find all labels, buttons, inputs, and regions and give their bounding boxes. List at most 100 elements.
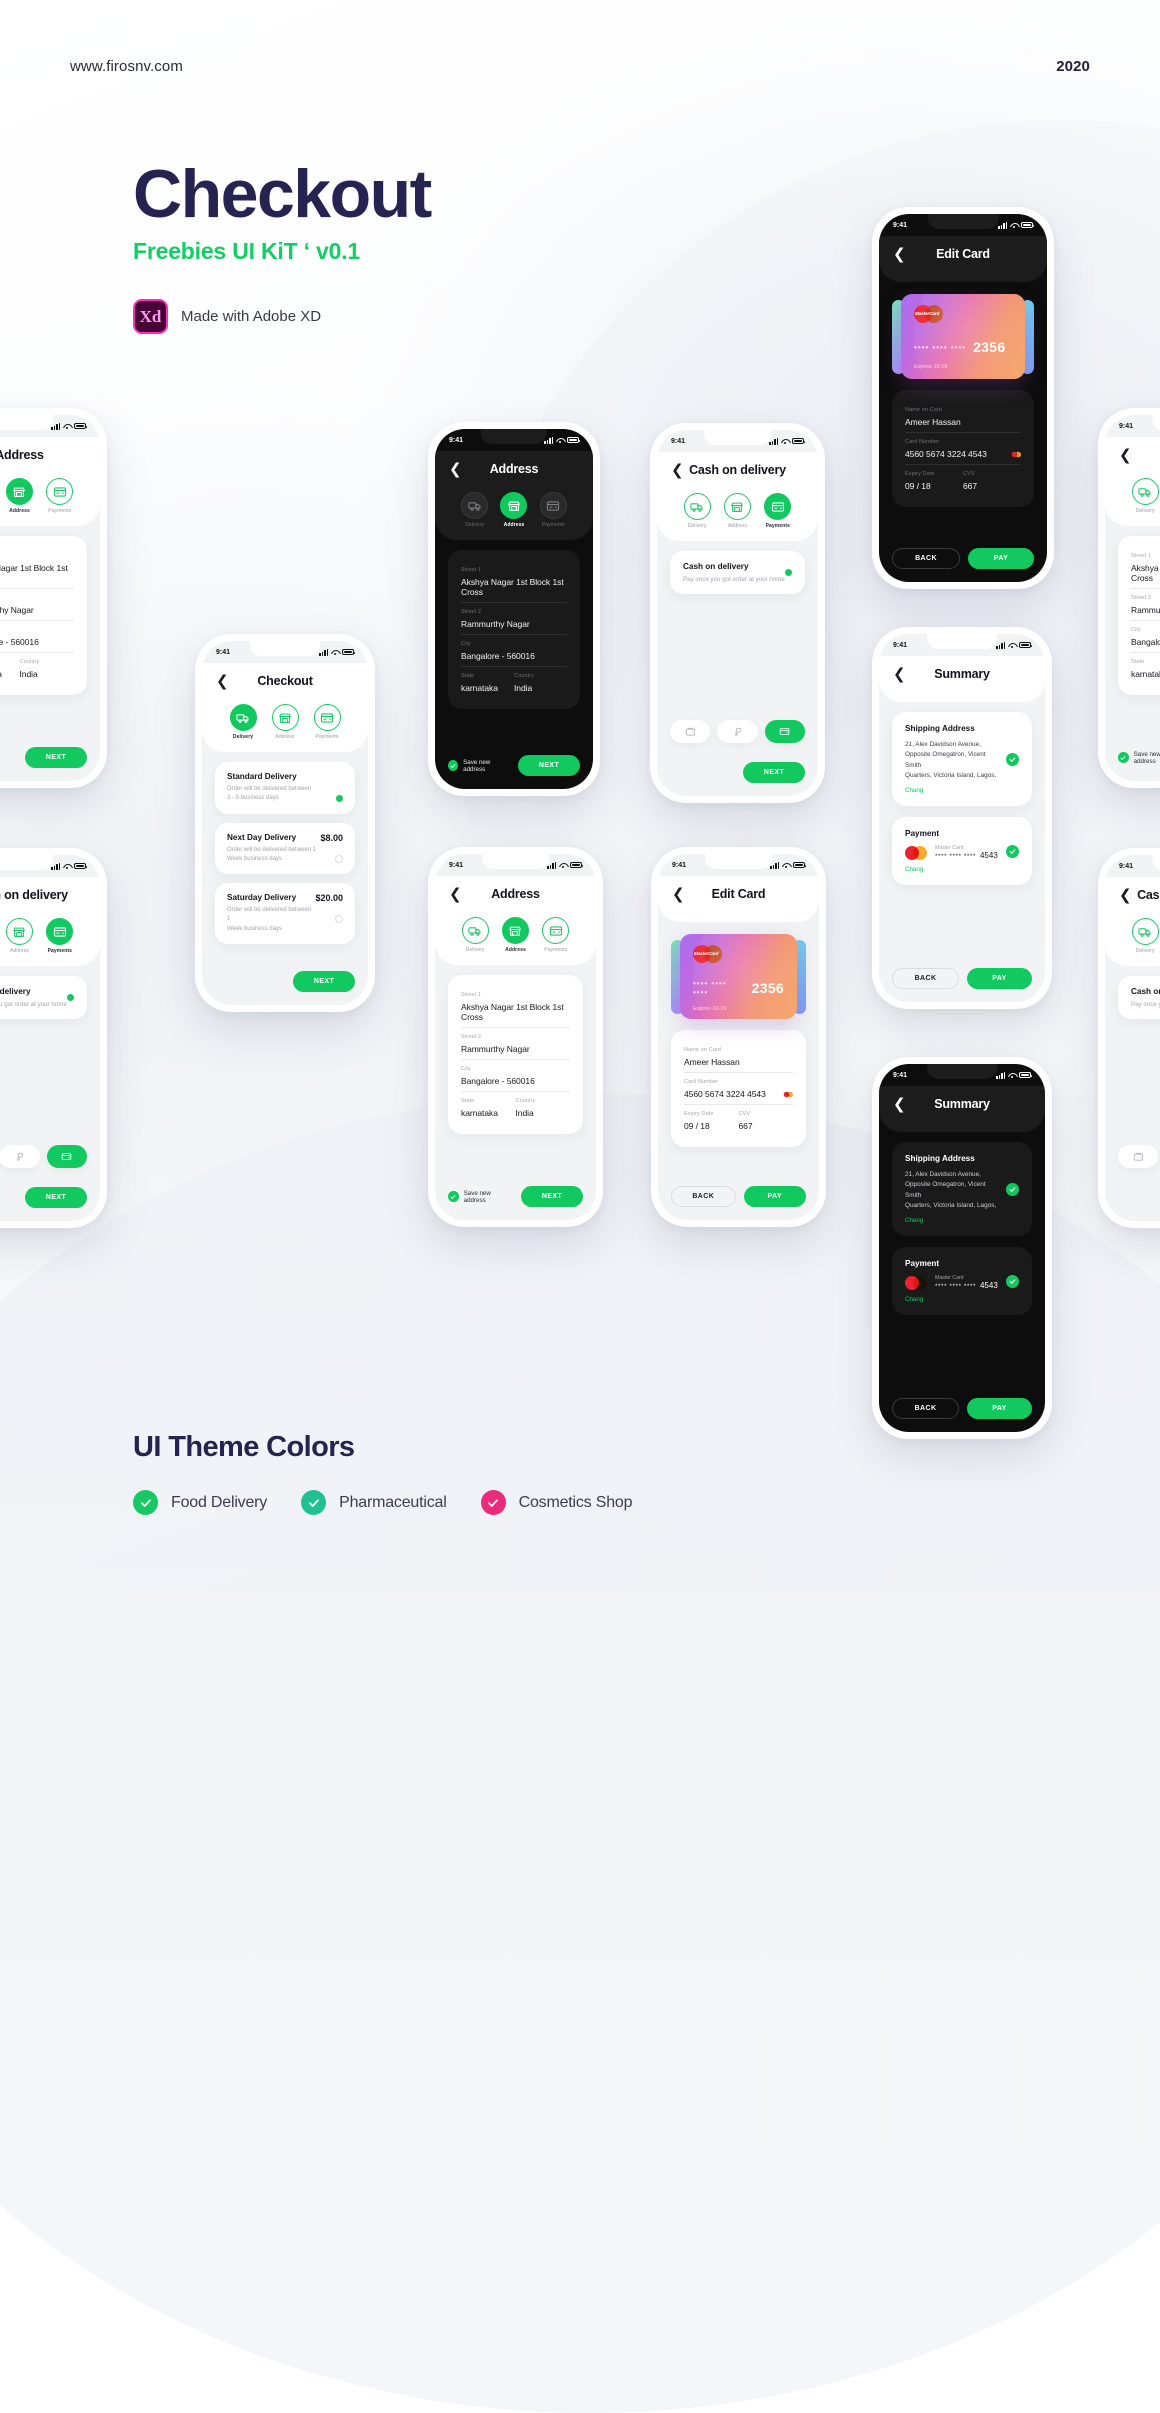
back-button[interactable]: BACK — [892, 968, 959, 989]
state-country-field[interactable]: State karnataka Country India — [0, 653, 74, 684]
city-field[interactable]: City Bangalore - 560016 — [461, 1060, 570, 1092]
next-button[interactable]: NEXT — [521, 1186, 583, 1207]
screen-address-dark: 9:41 ❮ Address Delivery Address Payments… — [435, 429, 593, 789]
step-delivery[interactable]: Delivery — [1131, 478, 1159, 514]
notch — [250, 641, 320, 656]
next-button[interactable]: NEXT — [25, 1187, 87, 1208]
step-address[interactable]: Address — [5, 478, 33, 514]
next-button[interactable]: NEXT — [25, 747, 87, 768]
signal-icon — [998, 221, 1007, 229]
expiry-cvv-field[interactable]: Expiry Date 09 / 18 CVV 667 — [905, 465, 1021, 496]
step-address[interactable]: Address — [271, 704, 299, 740]
card-carousel[interactable]: MasterCard •••• •••• •••• 2356 Expires 1… — [892, 294, 1034, 379]
street1-value: Akshya Nagar 1st Block 1st Cross — [461, 1002, 564, 1022]
step-delivery[interactable]: Delivery — [229, 704, 257, 740]
step-address[interactable]: Address — [501, 917, 529, 953]
pay-button[interactable]: PAY — [968, 548, 1034, 569]
card-form-panel: Name on Card Ameer Hassan Card Number 45… — [671, 1030, 806, 1147]
back-button[interactable]: BACK — [892, 548, 960, 569]
cod-option-card[interactable]: Cash on delivery Pay once you got order … — [1118, 976, 1160, 1019]
save-address-toggle[interactable]: Save new address — [1118, 751, 1160, 765]
save-address-toggle[interactable]: Save new address — [0, 751, 17, 765]
step-address[interactable]: Address — [5, 918, 33, 954]
step-payments[interactable]: Payments — [764, 493, 792, 529]
street2-label: Street 2 — [461, 1034, 482, 1040]
paypal-method-button[interactable] — [0, 1145, 40, 1168]
street2-field[interactable]: Street 2 Rammurthy Nagar — [0, 589, 74, 621]
street2-field[interactable]: Street 2 Rammurthy Nagar — [461, 603, 567, 635]
state-country-field[interactable]: State karnataka Country India — [461, 667, 567, 698]
pay-button[interactable]: PAY — [967, 968, 1032, 989]
save-address-toggle[interactable]: Save new address — [448, 1190, 513, 1204]
cod-radio-selected[interactable] — [785, 569, 792, 576]
shipping-change-link[interactable]: Chang — [905, 1217, 998, 1224]
street1-field[interactable]: Street 1 Akshya Nagar 1st Block 1st Cros… — [461, 561, 567, 603]
city-field[interactable]: City Bangalore - 560016 — [1131, 621, 1160, 653]
step-payments[interactable]: Payments — [542, 917, 570, 953]
cod-radio-selected[interactable] — [67, 994, 74, 1001]
street1-field[interactable]: Street 1 Akshya Nagar 1st Block 1st Cros… — [0, 547, 74, 589]
next-button[interactable]: NEXT — [293, 971, 355, 992]
step-address[interactable]: Address — [500, 492, 528, 528]
step-address[interactable]: Address — [723, 493, 751, 529]
step-payments[interactable]: Payments — [46, 478, 74, 514]
street1-field[interactable]: Street 1 Akshya Nagar 1st Block 1st Cros… — [461, 986, 570, 1028]
pay-button[interactable]: PAY — [743, 1186, 806, 1207]
payment-change-link[interactable]: Chang — [905, 1296, 998, 1303]
delivery-option-saturday[interactable]: Saturday Delivery Order will be delivere… — [215, 883, 355, 945]
wallet-method-button[interactable] — [670, 720, 711, 743]
step-delivery[interactable]: Delivery — [1131, 918, 1159, 954]
street2-field[interactable]: Street 2 Rammurthy Nagar — [461, 1028, 570, 1060]
card-number-field[interactable]: Card Number 4560 5674 3224 4543 — [905, 433, 1021, 465]
delivery-option-standard[interactable]: Standard Delivery Order will be delivere… — [215, 762, 355, 814]
payment-card[interactable]: Payment Master Card **** **** **** 4543 — [892, 1247, 1032, 1315]
cod-option-card[interactable]: Cash on delivery Pay once you got order … — [0, 976, 87, 1019]
city-field[interactable]: City Bangalore - 560016 — [0, 621, 74, 653]
street2-label: Street 2 — [1131, 595, 1152, 601]
step-payments[interactable]: Payments — [46, 918, 74, 954]
payment-card[interactable]: Payment Master Card **** **** **** 4543 — [892, 817, 1032, 885]
shipping-address-card[interactable]: Shipping Address 21, Alex Davidson Avenu… — [892, 1142, 1032, 1236]
name-on-card-field[interactable]: Name on Card Ameer Hassan — [905, 401, 1021, 433]
delivery-option-nextday[interactable]: Next Day Delivery Order will be delivere… — [215, 822, 355, 875]
card-method-button[interactable] — [764, 720, 805, 743]
step-delivery[interactable]: Delivery — [461, 917, 489, 953]
option-title: Saturday Delivery — [227, 893, 297, 903]
shipping-address-card[interactable]: Shipping Address 21, Alex Davidson Avenu… — [892, 712, 1032, 806]
payment-change-link[interactable]: Chang — [905, 866, 998, 873]
state-country-field[interactable]: State karnataka Country India — [461, 1092, 570, 1123]
card-number-value: 4560 5674 3224 4543 — [905, 449, 987, 459]
street1-field[interactable]: Street 1 Akshya Nagar 1st Block 1st Cros… — [1131, 547, 1160, 589]
credit-card[interactable]: MasterCard •••• •••• •••• 2356 Expires 1… — [680, 934, 797, 1019]
city-field[interactable]: City Bangalore - 560016 — [461, 635, 567, 667]
option-radio[interactable] — [335, 915, 343, 924]
screen-title: Address — [489, 462, 539, 476]
expiry-cvv-field[interactable]: Expiry Date 09 / 18 CVV 667 — [684, 1105, 793, 1136]
credit-card[interactable]: MasterCard •••• •••• •••• 2356 Expires 1… — [901, 294, 1025, 379]
next-button[interactable]: NEXT — [518, 755, 580, 776]
notch — [704, 854, 773, 869]
shipping-change-link[interactable]: Chang — [905, 787, 998, 794]
option-radio[interactable] — [335, 854, 343, 863]
state-country-field[interactable]: State karnataka Country India — [1131, 653, 1160, 684]
card-method-button[interactable] — [46, 1145, 87, 1168]
step-payments[interactable]: Payments — [313, 704, 341, 740]
step-payments-label: Payments — [541, 522, 565, 528]
back-button[interactable]: BACK — [892, 1398, 959, 1419]
name-on-card-field[interactable]: Name on Card Ameer Hassan — [684, 1041, 793, 1073]
pay-button[interactable]: PAY — [967, 1398, 1032, 1419]
truck-icon — [229, 704, 257, 731]
card-carousel[interactable]: MasterCard •••• •••• •••• 2356 Expires 1… — [671, 934, 806, 1019]
back-button[interactable]: BACK — [671, 1186, 736, 1207]
card-number-field[interactable]: Card Number 4560 5674 3224 4543 — [684, 1073, 793, 1105]
step-delivery[interactable]: Delivery — [461, 492, 489, 528]
save-address-toggle[interactable]: Save new address — [448, 759, 510, 773]
next-button[interactable]: NEXT — [743, 762, 805, 783]
step-payments[interactable]: Payments — [539, 492, 567, 528]
cod-option-card[interactable]: Cash on delivery Pay once you got order … — [670, 551, 805, 594]
option-radio-selected[interactable] — [336, 795, 343, 802]
wallet-method-button[interactable] — [1118, 1145, 1159, 1168]
step-delivery[interactable]: Delivery — [683, 493, 711, 529]
paypal-method-button[interactable] — [717, 720, 758, 743]
street2-field[interactable]: Street 2 Rammurthy Nagar — [1131, 589, 1160, 621]
